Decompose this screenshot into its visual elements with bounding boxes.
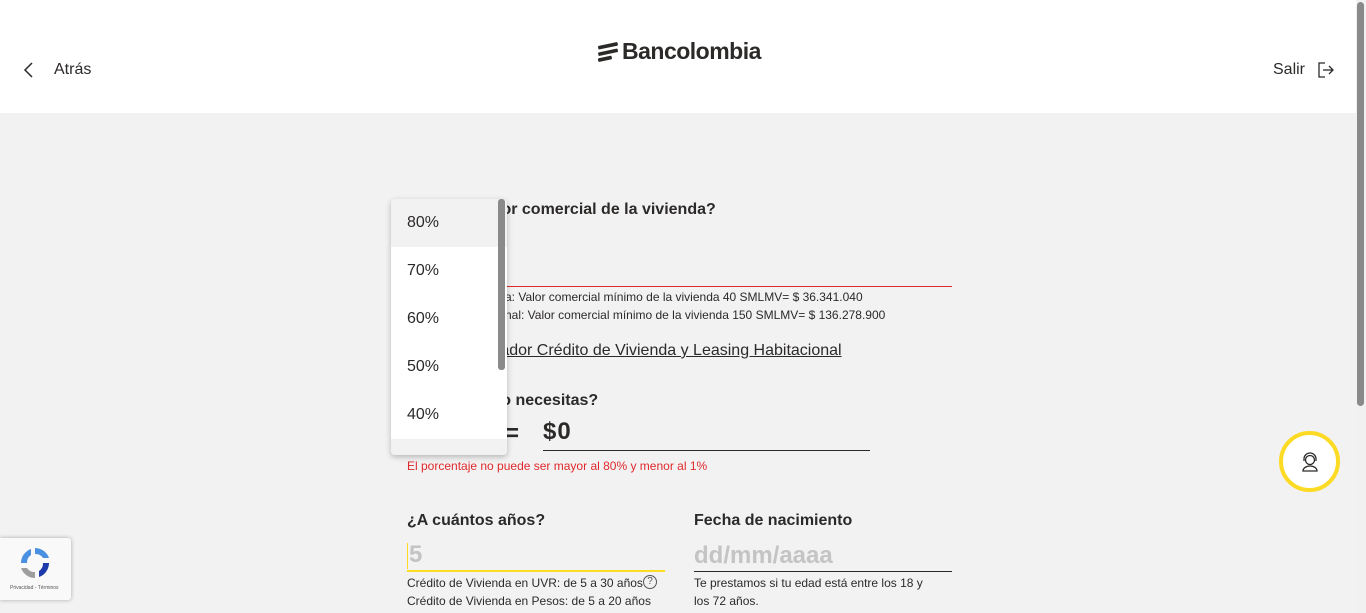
page-scrollbar[interactable] (1356, 0, 1366, 613)
years-question: ¿A cuántos años? (407, 512, 546, 529)
loan-amount-underline (543, 450, 870, 451)
years-input[interactable] (407, 540, 665, 572)
percentage-error: El porcentaje no puede ser mayor al 80% … (407, 459, 708, 473)
dropdown-scrollbar-thumb[interactable] (498, 199, 505, 370)
dropdown-option[interactable]: 50% (391, 343, 507, 391)
recaptcha-footer[interactable]: Privacidad - Términos (10, 585, 59, 591)
equals-sign: = (505, 420, 520, 447)
back-button[interactable]: Atrás (22, 60, 91, 80)
exit-button[interactable]: Salir (1273, 61, 1335, 79)
top-header: Atrás Bancolombia Salir (0, 0, 1356, 113)
loan-amount: $0 (543, 418, 572, 445)
birth-date-hint-2: los 72 años. (694, 594, 759, 608)
exit-label: Salir (1273, 61, 1306, 78)
property-value-hint-2: nal: Valor comercial mínimo de la vivien… (505, 308, 886, 322)
support-agent-icon (1301, 451, 1318, 472)
dropdown-option[interactable]: 80% (391, 199, 507, 247)
dropdown-option-partial[interactable] (391, 439, 507, 455)
years-hint-pesos: Crédito de Vivienda en Pesos: de 5 a 20 … (407, 594, 651, 608)
birth-date-label: Fecha de nacimiento (694, 512, 853, 529)
dropdown-option[interactable]: 70% (391, 247, 507, 295)
years-input-caret (407, 543, 408, 569)
property-value-question: lor comercial de la vivienda? (497, 201, 716, 218)
recaptcha-icon (21, 548, 49, 578)
back-label: Atrás (54, 61, 92, 78)
logout-icon (1318, 62, 1334, 78)
property-value-hint-1: a: Valor comercial mínimo de la vivienda… (505, 290, 863, 304)
birth-date-hint-1: Te prestamos si tu edad está entre los 1… (694, 576, 923, 590)
loan-question: ro necesitas? (495, 392, 599, 409)
help-icon[interactable]: ? (643, 575, 657, 589)
recaptcha-badge[interactable]: Privacidad - Términos (0, 538, 71, 600)
brand-name: Bancolombia (622, 38, 761, 64)
brand-logo: Bancolombia (597, 38, 761, 65)
bancolombia-logo-icon (597, 41, 619, 62)
dropdown-option[interactable]: 40% (391, 391, 507, 439)
birth-date-input[interactable] (694, 540, 952, 572)
years-hint-uvr: Crédito de Vivienda en UVR: de 5 a 30 añ… (407, 576, 643, 590)
page-scrollbar-thumb[interactable] (1357, 2, 1364, 406)
chevron-left-icon (23, 62, 33, 78)
support-chat-button[interactable] (1279, 431, 1340, 492)
simulator-link[interactable]: rador Crédito de Vivienda y Leasing Habi… (495, 342, 842, 360)
percentage-dropdown[interactable]: 80% 70% 60% 50% 40% (391, 199, 507, 455)
dropdown-option[interactable]: 60% (391, 295, 507, 343)
